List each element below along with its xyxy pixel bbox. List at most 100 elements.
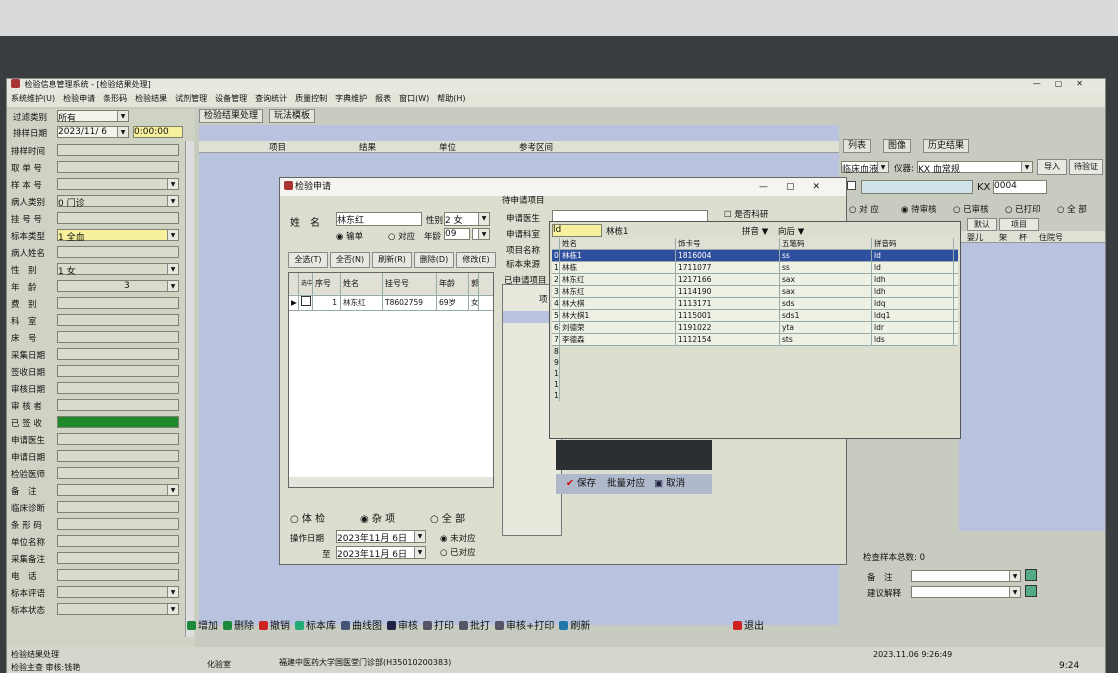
dialog-window-controls[interactable]: —▢✕ — [759, 178, 838, 196]
menu-item[interactable]: 质量控制 — [295, 93, 327, 104]
suggest-select[interactable]: ▼ — [911, 586, 1021, 598]
field-input[interactable] — [57, 144, 179, 156]
toolbar-button[interactable]: 删除 — [223, 621, 254, 632]
menu-item[interactable]: 检验结果 — [135, 93, 167, 104]
dlg-sex-select[interactable]: 2 女 ▼ — [444, 212, 490, 226]
table-row[interactable]: ▶ 1 林东红 T8602759 69岁女 — [289, 296, 493, 311]
filter-radio[interactable]: ○ 已审核 — [953, 203, 989, 215]
lookup-row[interactable]: 7 李德森 1112154 sts lds — [552, 334, 958, 346]
dlg-date-to[interactable]: 2023年11月 6日 ▼ — [336, 546, 426, 560]
lookup-mode2[interactable]: 向后 ▼ — [778, 225, 804, 237]
dlg-toolbar-button[interactable]: 刷新(R) — [372, 252, 412, 268]
remark-edit-icon[interactable] — [1025, 569, 1037, 581]
menu-item[interactable]: 检验申请 — [63, 93, 95, 104]
field-input[interactable]: 0 门诊 ▼ — [57, 195, 179, 209]
field-input[interactable] — [57, 314, 179, 326]
field-input[interactable] — [57, 212, 179, 224]
dlg-age-unit-select[interactable]: ▼ — [472, 228, 490, 240]
field-input[interactable]: 3 ▼ — [57, 280, 179, 292]
field-input[interactable] — [57, 501, 179, 513]
field-input[interactable]: 1 全血 ▼ — [57, 229, 179, 243]
menu-item[interactable]: 系统维护(U) — [11, 93, 55, 104]
dlg-save-button[interactable]: 保存 — [577, 478, 596, 489]
field-input[interactable] — [57, 161, 179, 173]
left-scrollbar[interactable] — [185, 141, 194, 637]
field-input[interactable]: ▼ — [57, 178, 179, 190]
field-input[interactable] — [57, 433, 179, 445]
dlg-matched-radio[interactable]: ○ 已对应 — [440, 546, 476, 558]
field-input[interactable] — [57, 535, 179, 547]
dlg-mode-input[interactable]: ◉ 输单 — [336, 230, 363, 242]
field-input[interactable] — [57, 382, 179, 394]
lookup-row[interactable]: 5 林大棋1 1115001 sds1 ldq1 — [552, 310, 958, 322]
dlg-research-checkbox[interactable]: ☐ 是否科研 — [724, 208, 768, 220]
menu-item[interactable]: 帮助(H) — [437, 93, 465, 104]
right-tab[interactable]: 历史结果 — [923, 139, 970, 153]
dlg-name-input[interactable]: 林东红 — [336, 212, 422, 226]
remark-select[interactable]: ▼ — [911, 570, 1021, 582]
sample-no-input[interactable]: 0004 — [993, 180, 1047, 194]
toolbar-button[interactable]: 曲线图 — [341, 621, 382, 632]
field-input[interactable] — [57, 297, 179, 309]
filter-radio[interactable]: ○ 全 部 — [1057, 203, 1087, 215]
dlg-batch-button[interactable]: 批量对应 — [607, 478, 645, 489]
suggest-edit-icon[interactable] — [1025, 585, 1037, 597]
dlg-mode-match[interactable]: ○ 对应 — [388, 230, 415, 242]
menu-item[interactable]: 报表 — [375, 93, 391, 104]
dlg-toolbar-button[interactable]: 删除(D) — [414, 252, 454, 268]
field-input[interactable] — [57, 331, 179, 343]
date-input[interactable]: 2023/11/ 6 ▼ — [57, 126, 129, 138]
field-input[interactable] — [57, 518, 179, 530]
lookup-row[interactable]: 0 林栋1 1816004 ss ld — [552, 250, 958, 262]
toolbar-button[interactable]: 撤销 — [259, 621, 290, 632]
field-input[interactable] — [57, 365, 179, 377]
toolbar-button[interactable]: 打印 — [423, 621, 454, 632]
lookup-row[interactable]: 2 林东红 1217166 sax ldh — [552, 274, 958, 286]
field-input[interactable]: ▼ — [57, 484, 179, 496]
dlg-cancel-button[interactable]: 取消 — [666, 478, 685, 489]
dlg-type-radio[interactable]: ○ 全 部 — [430, 510, 465, 525]
toolbar-button[interactable]: 审核 — [387, 621, 418, 632]
right-combo1[interactable]: 临床血液 ▼ — [841, 161, 889, 175]
row-checkbox[interactable] — [301, 296, 311, 306]
filter-type-select[interactable]: 所有 ▼ — [57, 110, 129, 124]
tab-result[interactable]: 检验结果处理 — [199, 109, 264, 123]
barcode-input[interactable] — [861, 180, 973, 194]
instrument-select[interactable]: KX 血常规 ▼ — [917, 161, 1033, 175]
lookup-input[interactable]: ld — [552, 224, 602, 237]
menu-item[interactable]: 试剂管理 — [175, 93, 207, 104]
field-input[interactable] — [57, 399, 179, 411]
dlg-toolbar-button[interactable]: 全否(N) — [330, 252, 370, 268]
dlg-unmatched-radio[interactable]: ◉ 未对应 — [440, 532, 476, 544]
dlg-date-from[interactable]: 2023年11月 6日 ▼ — [336, 530, 426, 544]
item-button[interactable]: 项目 — [999, 218, 1039, 231]
field-input[interactable]: 1 女 ▼ — [57, 263, 179, 277]
field-input[interactable] — [57, 569, 179, 581]
lookup-row[interactable]: 4 林大棋 1113171 sds ldq — [552, 298, 958, 310]
exit-button[interactable]: 退出 — [733, 619, 764, 635]
lookup-row[interactable]: 1 林栋 1711077 ss ld — [552, 262, 958, 274]
verify-button[interactable]: 待验证 — [1069, 159, 1103, 175]
menu-item[interactable]: 条形码 — [103, 93, 127, 104]
lookup-row[interactable]: 6 刘德荣 1191022 yta ldr — [552, 322, 958, 334]
window-controls[interactable]: —▢✕ — [1033, 79, 1097, 88]
toolbar-button[interactable]: 增加 — [187, 621, 218, 632]
dlg-grid-hscroll[interactable] — [289, 477, 493, 487]
toolbar-button[interactable]: 批打 — [459, 621, 490, 632]
field-input[interactable] — [57, 552, 179, 564]
import-button[interactable]: 导入 — [1037, 159, 1067, 175]
toolbar-button[interactable]: 标本库 — [295, 621, 336, 632]
time-input[interactable]: 0:00:00 — [133, 126, 183, 138]
dlg-age-input[interactable]: 09 — [444, 228, 470, 240]
field-input[interactable] — [57, 348, 179, 360]
field-input[interactable]: ▼ — [57, 603, 179, 615]
menu-item[interactable]: 查询统计 — [255, 93, 287, 104]
filter-radio[interactable]: ◉ 待审核 — [901, 203, 937, 215]
default-button[interactable]: 默认 — [967, 218, 997, 231]
field-input[interactable] — [57, 416, 179, 428]
menu-item[interactable]: 窗口(W) — [399, 93, 429, 104]
dlg-toolbar-button[interactable]: 修改(E) — [456, 252, 496, 268]
dlg-type-radio[interactable]: ○ 体 检 — [290, 510, 325, 525]
toolbar-button[interactable]: 刷新 — [559, 621, 590, 632]
field-input[interactable]: ▼ — [57, 586, 179, 598]
